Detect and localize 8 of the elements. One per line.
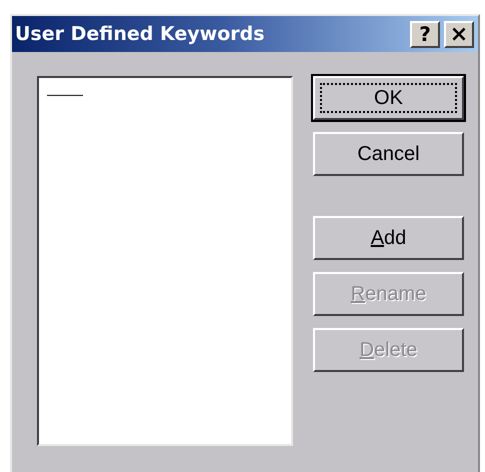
add-button[interactable]: Add [313,216,464,260]
close-button[interactable]: × [444,20,474,48]
cancel-button[interactable]: Cancel [313,132,464,176]
keyword-list[interactable]: —— [37,76,293,446]
list-item[interactable]: —— [47,82,283,106]
window-title: User Defined Keywords [15,22,266,47]
ok-button[interactable]: OK [313,76,464,120]
help-button[interactable]: ? [410,20,440,48]
